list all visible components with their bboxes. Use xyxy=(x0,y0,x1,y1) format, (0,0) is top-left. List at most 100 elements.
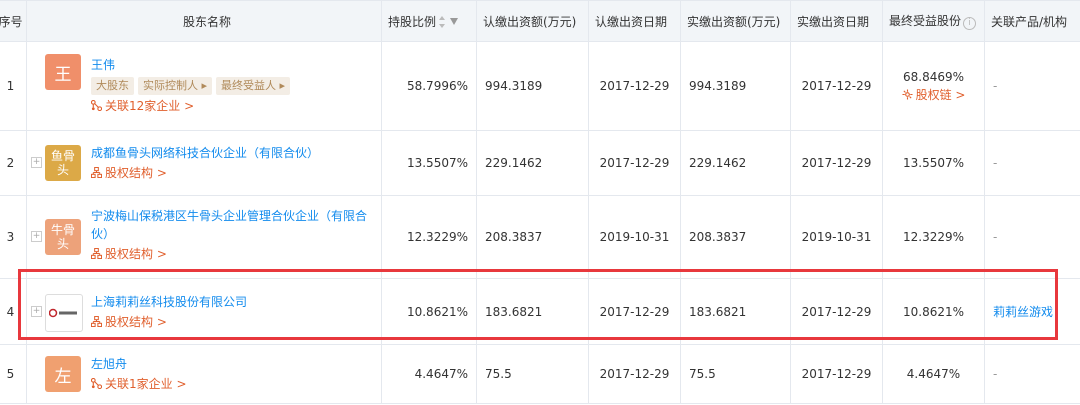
subscribed-amount-cell: 75.5 xyxy=(476,344,589,404)
header-paid-date: 实缴出资日期 xyxy=(790,0,883,42)
ratio-cell: 13.5507% xyxy=(381,130,477,196)
header-shareholder: 股东名称 xyxy=(26,0,382,42)
shareholder-table: 序号 股东名称 持股比例 认缴出资额(万元) 认缴出资日期 实缴出资额(万元) … xyxy=(0,0,1080,404)
row-index: 3 xyxy=(0,195,27,279)
shareholder-name-link[interactable]: 上海莉莉丝科技股份有限公司 xyxy=(91,293,375,311)
lilith-logo-icon xyxy=(49,308,77,318)
sort-icon[interactable] xyxy=(439,15,446,28)
link-label: 股权结构 > xyxy=(105,247,167,261)
shareholder-info: 宁波梅山保税港区牛骨头企业管理合伙企业（有限合伙） 股权结构 > xyxy=(91,207,375,262)
subscribed-date-cell: 2017-12-29 xyxy=(588,41,681,131)
final-benefit-value: 10.8621% xyxy=(902,304,965,319)
ratio-cell: 58.7996% xyxy=(381,41,477,131)
paid-amount-cell: 75.5 xyxy=(680,344,791,404)
paid-date-cell: 2017-12-29 xyxy=(790,344,883,404)
shareholder-info: 王伟大股东 实际控制人 ▸ 最终受益人 ▸ 关联12家企业 > xyxy=(91,56,375,114)
related-companies-link[interactable]: 关联12家企业 > xyxy=(91,98,194,114)
related-companies-link[interactable]: 关联1家企业 > xyxy=(91,376,187,392)
link-label: 关联1家企业 > xyxy=(105,377,187,391)
shareholder-wrap: + 鱼骨头成都鱼骨头网络科技合伙企业（有限合伙） 股权结构 > xyxy=(27,131,381,195)
subscribed-date-cell: 2017-12-29 xyxy=(588,344,681,404)
related-cell[interactable]: 莉莉丝游戏 xyxy=(984,278,1080,345)
shareholder-logo xyxy=(45,294,83,332)
paid-amount-cell: 208.3837 xyxy=(680,195,791,279)
header-index: 序号 xyxy=(0,0,27,42)
header-paid-amount: 实缴出资额(万元) xyxy=(680,0,791,42)
equity-chain-icon xyxy=(902,87,916,103)
paid-date-cell: 2017-12-29 xyxy=(790,41,883,131)
shareholder-logo: 左 xyxy=(45,356,81,392)
table-row: 5 左左旭舟 关联1家企业 >4.4647% 75.5 2017-12-29 75.5 20… xyxy=(0,344,1080,404)
final-benefit-value: 12.3229% xyxy=(902,230,965,244)
ratio-cell: 10.8621% xyxy=(381,278,477,345)
subscribed-date-cell: 2017-12-29 xyxy=(588,130,681,196)
shareholder-name-link[interactable]: 左旭舟 xyxy=(91,355,375,373)
subscribed-amount-cell: 208.3837 xyxy=(476,195,589,279)
final-benefit-value: 68.8469% xyxy=(902,69,965,84)
paid-date-cell: 2019-10-31 xyxy=(790,195,883,279)
shareholder-wrap: 王 王伟大股东 实际控制人 ▸ 最终受益人 ▸ 关联12家企业 > xyxy=(27,42,381,130)
shareholder-cell: + 鱼骨头成都鱼骨头网络科技合伙企业（有限合伙） 股权结构 > xyxy=(26,130,382,196)
header-final-benefit-label: 最终受益股份 xyxy=(889,14,962,28)
logo-text: 左 xyxy=(54,366,72,387)
header-ratio[interactable]: 持股比例 xyxy=(381,0,477,42)
ratio-cell: 12.3229% xyxy=(381,195,477,279)
header-subscribed-amount: 认缴出资额(万元) xyxy=(476,0,589,42)
logo-text: 王 xyxy=(54,64,72,85)
shareholder-cell: 左左旭舟 关联1家企业 > xyxy=(26,344,382,404)
shareholder-cell: + 上海莉莉丝科技股份有限公司股权结构 > xyxy=(26,278,382,345)
final-benefit-cell: 4.4647% xyxy=(882,344,985,404)
info-icon[interactable]: i xyxy=(963,17,977,30)
table-header-row: 序号 股东名称 持股比例 认缴出资额(万元) 认缴出资日期 实缴出资额(万元) … xyxy=(0,0,1080,42)
related-cell: - xyxy=(984,344,1080,404)
final-benefit-cell: 10.8621% xyxy=(882,278,985,345)
shareholder-info: 上海莉莉丝科技股份有限公司股权结构 > xyxy=(91,293,375,330)
shareholder-name-link[interactable]: 宁波梅山保税港区牛骨头企业管理合伙企业（有限合伙） xyxy=(91,207,375,243)
equity-structure-link[interactable]: 股权结构 > xyxy=(91,246,167,262)
row-index: 1 xyxy=(0,41,27,131)
shareholder-tag[interactable]: 实际控制人 ▸ xyxy=(138,77,213,95)
logo-text: 牛骨 xyxy=(50,223,75,237)
link-label: 股权链 > xyxy=(915,87,966,102)
expand-icon[interactable]: + xyxy=(31,305,42,317)
row-index: 5 xyxy=(0,344,27,404)
final-benefit-cell: 13.5507% xyxy=(882,130,985,196)
shareholder-info: 成都鱼骨头网络科技合伙企业（有限合伙） 股权结构 > xyxy=(91,144,375,181)
structure-icon xyxy=(91,246,105,262)
structure-icon xyxy=(91,314,105,330)
shareholder-logo: 鱼骨头 xyxy=(45,145,81,181)
subscribed-date-cell: 2019-10-31 xyxy=(588,195,681,279)
header-related: 关联产品/机构 xyxy=(984,0,1080,42)
shareholder-info: 左旭舟关联1家企业 > xyxy=(91,355,375,392)
equity-structure-link[interactable]: 股权结构 > xyxy=(91,314,167,330)
table-row: 3 + 牛骨头 宁波梅山保税港区牛骨头企业管理合伙企业（有限合伙） 股权结构 > 12.3… xyxy=(0,195,1080,279)
paid-amount-cell: 994.3189 xyxy=(680,41,791,131)
shareholder-name-link[interactable]: 王伟 xyxy=(91,56,375,74)
related-cell: - xyxy=(984,130,1080,196)
shareholder-tag[interactable]: 大股东 xyxy=(91,77,134,95)
header-ratio-label: 持股比例 xyxy=(388,14,437,29)
shareholder-tag[interactable]: 最终受益人 ▸ xyxy=(216,77,291,95)
table-row: 2 + 鱼骨头成都鱼骨头网络科技合伙企业（有限合伙） 股权结构 >13.5507% 22… xyxy=(0,130,1080,196)
logo-text: 头 xyxy=(56,237,69,251)
final-benefit-value: 4.4647% xyxy=(906,367,961,381)
subscribed-date-cell: 2017-12-29 xyxy=(588,278,681,345)
table-row: 1 王 王伟大股东 实际控制人 ▸ 最终受益人 ▸ 关联12家企业 > 58.7996% 99… xyxy=(0,41,1080,131)
related-cell: - xyxy=(984,41,1080,131)
related-cell: - xyxy=(984,195,1080,279)
shareholder-cell: 王 王伟大股东 实际控制人 ▸ 最终受益人 ▸ 关联12家企业 > xyxy=(26,41,382,131)
expand-icon[interactable]: + xyxy=(31,157,42,168)
shareholder-wrap: + 上海莉莉丝科技股份有限公司股权结构 > xyxy=(27,279,381,344)
equity-structure-link[interactable]: 股权结构 > xyxy=(91,165,167,181)
expand-icon[interactable]: + xyxy=(31,231,42,242)
row-index: 4 xyxy=(0,278,27,345)
final-benefit-cell: 12.3229% xyxy=(882,195,985,279)
final-benefit-cell: 68.8469% 股权链 > xyxy=(882,41,985,131)
equity-chain-link[interactable]: 股权链 > xyxy=(902,87,966,103)
final-benefit-value: 13.5507% xyxy=(902,156,965,170)
link-label: 股权结构 > xyxy=(105,166,167,180)
subscribed-amount-cell: 183.6821 xyxy=(476,278,589,345)
link-label: 股权结构 > xyxy=(105,315,167,329)
shareholder-name-link[interactable]: 成都鱼骨头网络科技合伙企业（有限合伙） xyxy=(91,144,375,162)
filter-icon[interactable] xyxy=(450,17,459,25)
